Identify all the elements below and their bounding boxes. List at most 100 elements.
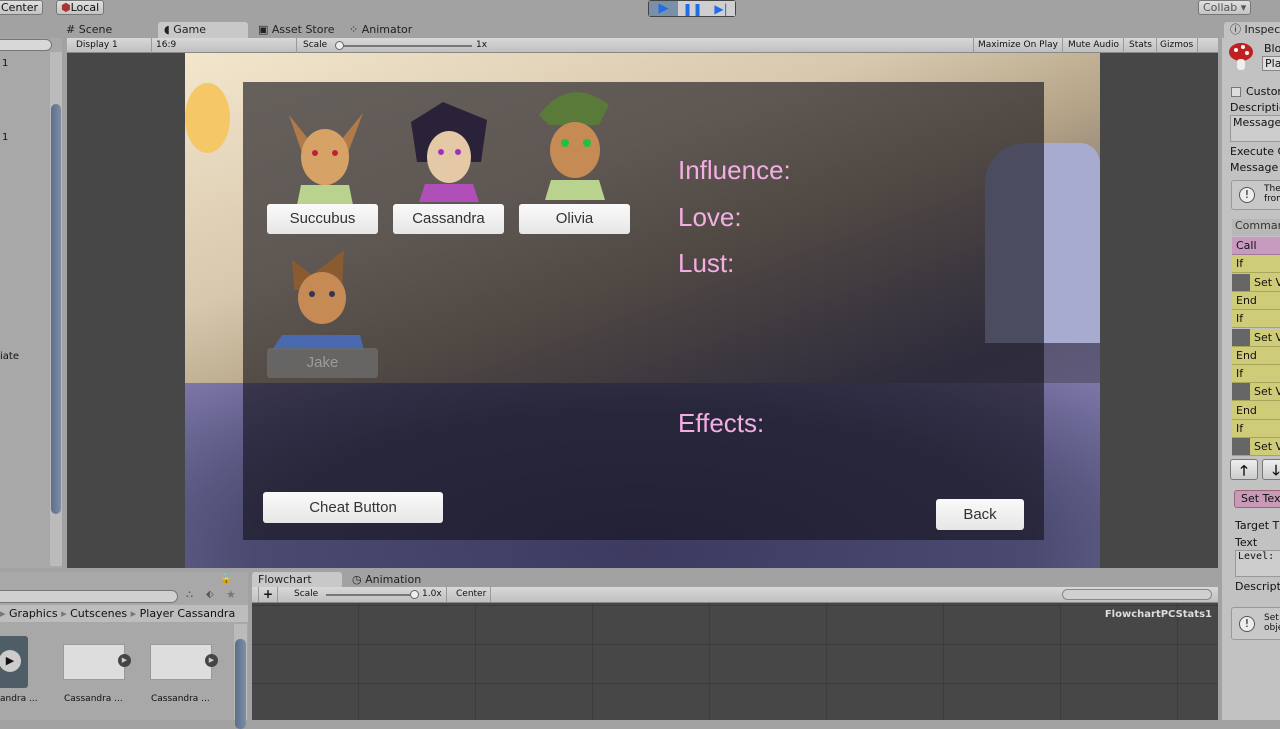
tab-flowchart[interactable]: Flowchart (252, 572, 342, 587)
collab-button[interactable]: Collab ▾ (1198, 0, 1251, 15)
jake-label: Jake (307, 354, 339, 371)
tab-animator-label: Animator (362, 23, 413, 36)
command-item[interactable]: Set V (1232, 438, 1280, 456)
display-label: Display 1 (76, 40, 118, 50)
play-icon[interactable]: ▶ (649, 1, 678, 16)
scale-value: 1x (472, 38, 491, 53)
asset-name: Cassandra ... (151, 694, 210, 704)
command-label: End (1236, 349, 1257, 362)
lock-icon[interactable]: 🔒 (220, 574, 232, 585)
command-item[interactable]: Set V (1232, 274, 1280, 292)
command-item[interactable]: Call (1232, 237, 1280, 255)
text-field[interactable]: Level: {$ (1235, 550, 1280, 577)
info-icon: ! (1239, 616, 1255, 632)
move-up-button[interactable]: 🡑 (1230, 459, 1258, 480)
target-label: Target T (1235, 519, 1279, 532)
info-text: from (1264, 194, 1280, 204)
game-toolbar: Display 1 16:9 Scale 1x Maximize On Play… (67, 38, 1218, 53)
succubus-button[interactable]: Succubus (267, 204, 378, 234)
local-icon: ⬢ (61, 1, 71, 14)
lamp (185, 83, 230, 153)
block-name-field[interactable]: Pla (1262, 56, 1280, 71)
center-label: Center (1, 1, 38, 14)
tab-animator[interactable]: ⁘ Animator (343, 22, 418, 38)
project-search-input[interactable] (0, 590, 178, 603)
project-breadcrumb: ▸ Graphics ▸ Cutscenes ▸ Player Cassandr… (0, 605, 248, 622)
selected-command-button[interactable]: Set Tex (1234, 490, 1280, 508)
project-scrollbar[interactable] (234, 624, 247, 720)
play-asset-icon[interactable]: ▶ (205, 654, 218, 667)
tab-asset-store[interactable]: ▣ Asset Store (252, 22, 341, 38)
asset-thumbnail[interactable] (150, 644, 212, 680)
command-item[interactable]: End (1232, 292, 1280, 310)
tab-scene[interactable]: # Scene (60, 22, 118, 38)
hierarchy-panel: 1 1 iate (0, 38, 62, 568)
command-item[interactable]: If (1232, 365, 1280, 383)
command-item[interactable]: If (1232, 255, 1280, 273)
maximize-on-play-toggle[interactable]: Maximize On Play (973, 38, 1063, 53)
breadcrumb-item[interactable]: Cutscenes (70, 607, 127, 620)
influence-label: Influence: (678, 155, 791, 186)
favorite-star-icon[interactable]: ★ (226, 588, 236, 601)
flowchart-canvas[interactable]: FlowchartPCStats1 (252, 603, 1218, 720)
flowchart-scale-slider[interactable] (326, 594, 416, 596)
flowchart-center-button[interactable]: Center (452, 587, 491, 602)
asset-name: andra ... (0, 694, 38, 704)
asset-thumbnail[interactable]: ▶ (0, 636, 28, 688)
cassandra-portrait (403, 102, 495, 202)
hierarchy-item[interactable]: 1 (2, 58, 8, 69)
back-button-label: Back (963, 506, 996, 523)
command-item[interactable]: End (1232, 347, 1280, 365)
description-field[interactable]: Message: (1230, 115, 1280, 142)
playback-controls: ▶ ❚❚ ▶| (648, 0, 736, 17)
mute-audio-toggle[interactable]: Mute Audio (1064, 38, 1124, 53)
command-item[interactable]: If (1232, 420, 1280, 438)
play-asset-icon[interactable]: ▶ (118, 654, 131, 667)
hierarchy-scrollbar[interactable] (50, 52, 62, 566)
hierarchy-search-input[interactable] (0, 39, 52, 51)
move-down-button[interactable]: 🡓 (1262, 459, 1280, 480)
asset-thumbnail[interactable] (63, 644, 125, 680)
jake-button[interactable]: Jake (267, 348, 378, 378)
command-item[interactable]: If (1232, 310, 1280, 328)
tab-inspector[interactable]: ⓘ Inspect (1224, 22, 1280, 38)
stats-toggle[interactable]: Stats (1125, 38, 1157, 53)
info-text: obje (1264, 623, 1280, 633)
flowchart-scale-value: 1.0x (418, 587, 447, 602)
indent-block (1232, 383, 1250, 401)
olivia-button[interactable]: Olivia (519, 204, 630, 234)
command-item[interactable]: End (1232, 402, 1280, 420)
gizmos-toggle[interactable]: Gizmos (1156, 38, 1198, 53)
pause-icon[interactable]: ❚❚ (678, 1, 707, 16)
cheat-button[interactable]: Cheat Button (263, 492, 443, 523)
step-icon[interactable]: ▶| (707, 1, 735, 16)
filter-label-icon[interactable]: ⬖ (206, 589, 214, 600)
hierarchy-item[interactable]: 1 (2, 132, 8, 143)
scale-slider[interactable] (337, 45, 472, 47)
tab-animation-label: Animation (365, 573, 421, 586)
flowchart-search-input[interactable] (1062, 589, 1212, 600)
back-button[interactable]: Back (936, 499, 1024, 530)
flowchart-toolbar: + Scale 1.0x Center (252, 587, 1218, 603)
tab-game[interactable]: ◖ Game (158, 22, 248, 38)
info-box-2: ! Set obje (1231, 607, 1280, 640)
command-item[interactable]: Set V (1232, 383, 1280, 401)
cassandra-button[interactable]: Cassandra (393, 204, 504, 234)
tab-animation[interactable]: ◷ Animation (346, 572, 427, 587)
aspect-select[interactable]: 16:9 (152, 38, 297, 53)
olivia-portrait (529, 85, 621, 185)
breadcrumb-item[interactable]: Player Cassandra (140, 607, 236, 620)
breadcrumb-item[interactable]: Graphics (9, 607, 58, 620)
info-icon: ! (1239, 187, 1255, 203)
pivot-center-button[interactable]: Center (0, 0, 43, 15)
command-item[interactable]: Set V (1232, 329, 1280, 347)
display-select[interactable]: Display 1 (72, 38, 152, 53)
custom-checkbox[interactable] (1231, 87, 1241, 97)
jake-portrait (272, 250, 364, 350)
pivot-local-button[interactable]: ⬢Local (56, 0, 104, 15)
asset-name: Cassandra ... (64, 694, 123, 704)
info-box: ! The from (1231, 180, 1280, 210)
filter-type-icon[interactable]: ⛬ (186, 589, 193, 600)
add-block-button[interactable]: + (258, 587, 278, 602)
hierarchy-item[interactable]: iate (0, 351, 19, 362)
